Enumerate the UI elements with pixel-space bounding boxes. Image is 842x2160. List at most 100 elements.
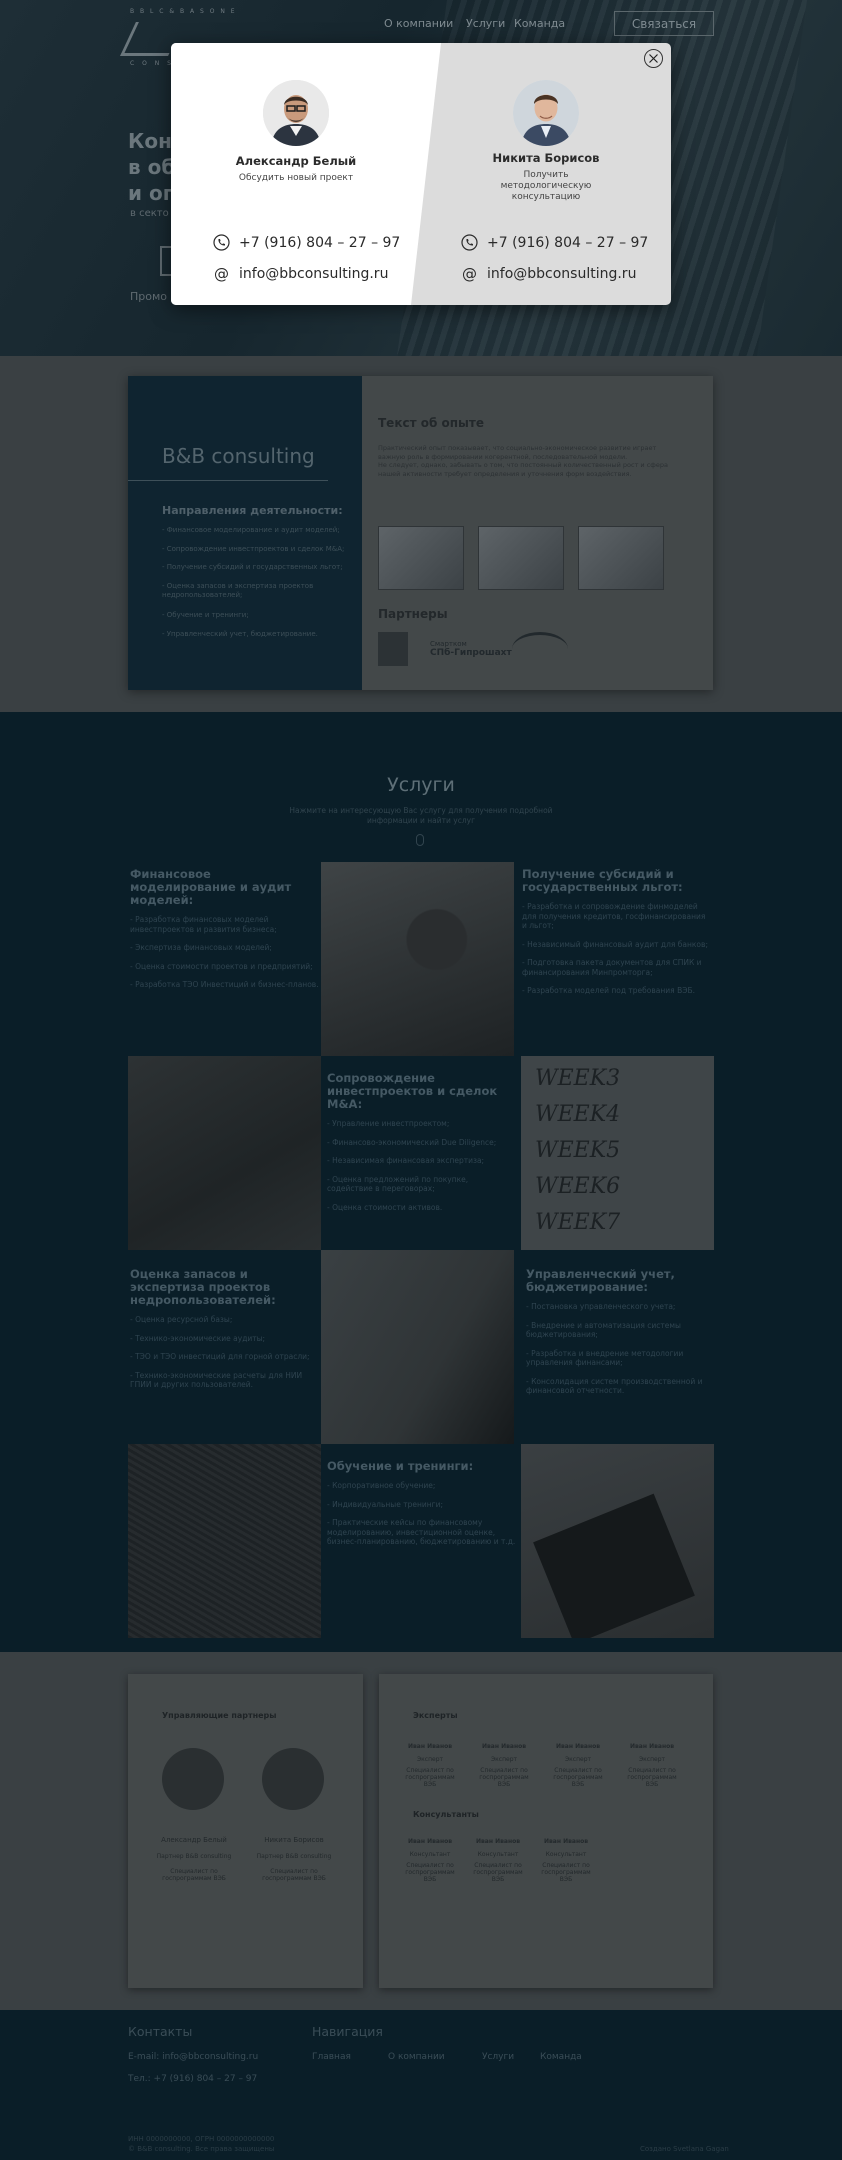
expert-note: Специалист по госпрограммам ВЭБ [627,1767,677,1788]
footer-nav-services[interactable]: Услуги [482,2052,514,2062]
phone-number[interactable]: +7 (916) 804 – 27 – 97 [239,235,400,251]
service-image-whiteboard [321,1250,514,1444]
week-label: WEEK5 [535,1138,621,1163]
phone-row[interactable]: +7 (916) 804 – 27 – 97 [213,234,400,251]
hero-more-link[interactable]: Промо [130,290,167,303]
footer-credit[interactable]: Создано Svetlana Gagan [640,2145,729,2153]
footer-copyright: © B&B consulting. Все права защищены [128,2145,275,2153]
experience-photo[interactable] [578,526,664,590]
service-image-map [128,1444,321,1638]
nav-services[interactable]: Услуги [466,17,505,30]
service-item: - Практические кейсы по финансовому моде… [327,1518,516,1546]
phone-row[interactable]: +7 (916) 804 – 27 – 97 [461,234,648,251]
consultant-name[interactable]: Иван Иванов [541,1838,591,1845]
expert-role: Эксперт [490,1756,518,1763]
direction-item: - Оценка запасов и экспертиза проектов н… [162,582,314,599]
hero-subtitle: в секто [130,208,169,219]
direction-item: - Сопровождение инвестпроектов и сделок … [162,545,345,553]
contact-modal: Александр Белый Обсудить новый проект +7… [171,43,671,305]
expert-note: Специалист по госпрограммам ВЭБ [553,1767,603,1788]
expert-name[interactable]: Иван Иванов [405,1743,455,1750]
contact-button[interactable]: Связаться [614,11,714,36]
contact-purpose: Обсудить новый проект [238,173,354,183]
partner-note: Специалист по госпрограммам ВЭБ [162,1868,226,1882]
close-button[interactable] [644,49,663,68]
experts-card [379,1674,713,1988]
service-financial-modeling[interactable]: Финансовое моделирование и аудит моделей… [128,862,321,1056]
service-title: Получение субсидий и государственных льг… [522,867,683,894]
service-reserves-assessment[interactable]: Оценка запасов и экспертиза проектов нед… [128,1262,321,1456]
service-item: - Разработка моделей под требования ВЭБ. [522,986,695,995]
partner-avatar[interactable] [162,1748,224,1810]
experience-text: Практический опыт показывает, что социал… [378,444,678,478]
nav-team[interactable]: Команда [514,17,565,30]
email-row[interactable]: @ info@bbconsulting.ru [461,264,636,283]
footer-nav-about[interactable]: О компании [388,2052,445,2062]
footer [0,2010,842,2160]
experience-photo[interactable] [478,526,564,590]
contact-name: Александр Белый [235,154,357,168]
service-management-accounting[interactable]: Управленческий учет, бюджетирование: - П… [524,1262,717,1456]
expert-name[interactable]: Иван Иванов [479,1743,529,1750]
service-title: Оценка запасов и экспертиза проектов нед… [130,1267,276,1307]
service-item: - Разработка и сопровождение финмоделей … [522,902,706,930]
footer-nav-home[interactable]: Главная [312,2052,351,2062]
partner-role: Партнер B&B consulting [256,1853,332,1860]
expert-name[interactable]: Иван Иванов [627,1743,677,1750]
experience-photo[interactable] [378,526,464,590]
at-icon: @ [462,264,477,283]
service-item: - Оценка стоимости активов. [327,1202,443,1212]
contacts-title: Контакты [128,2024,193,2039]
partner-role: Партнер B&B consulting [156,1853,232,1860]
email-row[interactable]: @ info@bbconsulting.ru [213,264,388,283]
service-training[interactable]: Обучение и тренинги: - Корпоративное обу… [325,1454,518,1648]
service-item: - Корпоративное обучение; [327,1481,436,1490]
service-image-weeks: WEEK3 WEEK4 WEEK5 WEEK6 WEEK7 [521,1056,714,1250]
phone-icon [461,234,478,251]
partners-title: Партнеры [378,607,448,621]
partner-avatar[interactable] [262,1748,324,1810]
nav-about[interactable]: О компании [384,17,453,30]
service-item: - Разработка ТЭО Инвестиций и бизнес-пла… [130,980,319,989]
footer-nav-team[interactable]: Команда [540,2052,582,2062]
person-photo [263,80,329,146]
service-item: - Индивидуальные тренинги; [327,1499,443,1509]
service-investment-support[interactable]: Сопровождение инвестпроектов и сделок M&… [325,1066,518,1260]
footer-phone[interactable]: Тел.: +7 (916) 804 – 27 – 97 [128,2074,257,2084]
service-item: - Технико-экономические аудиты; [130,1333,266,1343]
partner-name: Александр Белый [161,1836,227,1844]
service-item: - ТЭО и ТЭО инвестиций для горной отрасл… [130,1352,310,1361]
experience-paragraph: Не следует, однако, забывать о том, что … [378,461,668,478]
email-address[interactable]: info@bbconsulting.ru [487,266,636,282]
partner-name: СПб-Гипрошахт [430,648,512,658]
avatar [263,80,329,146]
direction-item: - Финансовое моделирование и аудит модел… [162,526,340,534]
service-item: - Оценка предложений по покупке, содейст… [327,1174,469,1194]
service-subsidies[interactable]: Получение субсидий и государственных льг… [520,862,713,1056]
expert-note: Специалист по госпрограммам ВЭБ [405,1767,455,1788]
consultant-name[interactable]: Иван Иванов [405,1838,455,1845]
avatar [513,80,579,146]
direction-item: - Обучение и тренинги; [162,611,249,619]
experts-title: Эксперты [413,1711,458,1720]
phone-number[interactable]: +7 (916) 804 – 27 – 97 [487,235,648,251]
consultant-name[interactable]: Иван Иванов [473,1838,523,1845]
at-icon: @ [214,264,229,283]
email-address[interactable]: info@bbconsulting.ru [239,266,388,282]
expert-role: Эксперт [564,1756,592,1763]
footer-email[interactable]: E-mail: info@bbconsulting.ru [128,2052,258,2062]
expert-name[interactable]: Иван Иванов [553,1743,603,1750]
service-item: - Постановка управленческого учета; [526,1302,676,1311]
person-photo [513,80,579,146]
service-item: - Управление инвестпроектом; [327,1119,450,1128]
consultant-role: Консультант [477,1851,519,1858]
consultant-note: Специалист по госпрограммам ВЭБ [405,1862,455,1883]
experience-paragraph: Практический опыт показывает, что социал… [378,444,657,461]
services-title: Услуги [387,774,455,796]
phone-icon [213,234,230,251]
service-item: - Экспертиза финансовых моделей; [130,943,272,952]
footer-inn: ИНН 0000000000, ОГРН 0000000000000 [128,2135,275,2143]
contact-purpose: Получить методологическую консультацию [500,170,592,202]
consultant-role: Консультант [409,1851,451,1858]
service-title: Обучение и тренинги: [327,1459,474,1473]
